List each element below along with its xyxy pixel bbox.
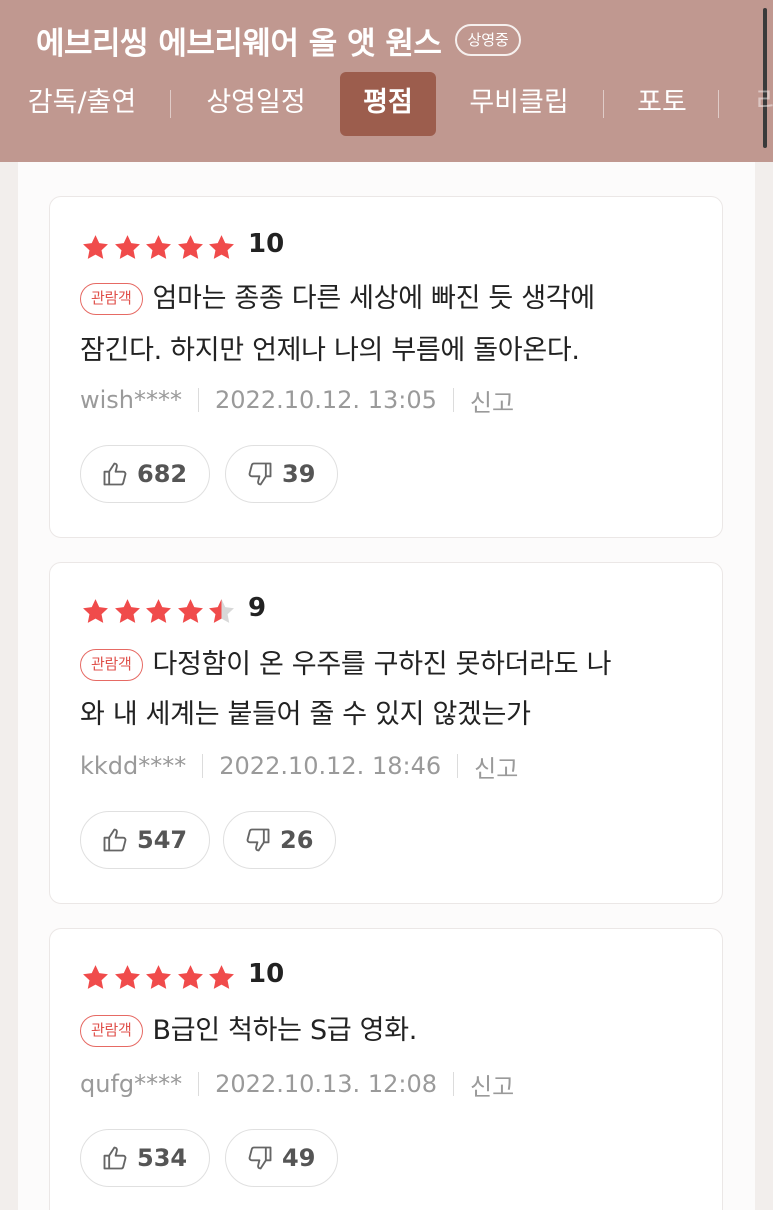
- star-full-icon: [114, 599, 140, 623]
- tab-schedule[interactable]: 상영일정: [198, 72, 314, 136]
- viewer-badge: 관람객: [80, 1015, 143, 1047]
- star-full-icon: [209, 965, 234, 989]
- star-full-icon: [177, 235, 203, 259]
- thumbs-up-icon: [103, 1146, 127, 1170]
- review-text-line: 엄마는 종종 다른 세상에 빠진 듯 생각에: [152, 283, 596, 314]
- tab-divider: [718, 90, 719, 118]
- divider: [202, 754, 204, 778]
- like-count: 682: [137, 460, 188, 488]
- tab-divider: [170, 90, 171, 118]
- viewer-badge: 관람객: [80, 283, 143, 315]
- star-rating: [80, 963, 238, 992]
- star-full-icon: [83, 599, 108, 623]
- tab-bar: 감독/출연 상영일정 평점 무비클립 포토 리: [0, 72, 773, 136]
- author-id: qufg****: [80, 1070, 183, 1098]
- review-datetime: 2022.10.12. 13:05: [215, 386, 437, 414]
- review-score: 10: [248, 229, 285, 259]
- star-full-icon: [209, 235, 234, 259]
- dislike-button[interactable]: 39: [225, 445, 339, 503]
- author-id: wish****: [80, 386, 183, 414]
- thumbs-up-icon: [103, 462, 127, 486]
- star-full-icon: [177, 599, 203, 623]
- divider: [457, 754, 459, 778]
- movie-title[interactable]: 에브리씽 에브리웨어 올 앳 원스: [36, 18, 442, 63]
- thumbs-up-icon: [103, 828, 127, 852]
- tab-photos[interactable]: 포토: [632, 72, 692, 136]
- divider: [452, 1072, 454, 1096]
- dislike-count: 49: [282, 1144, 316, 1172]
- star-full-icon: [114, 235, 140, 259]
- dislike-count: 26: [280, 826, 314, 854]
- star-full-icon: [177, 965, 203, 989]
- star-half-icon: [209, 599, 234, 623]
- like-count: 534: [137, 1144, 188, 1172]
- star-full-icon: [146, 235, 171, 259]
- status-badge: 상영중: [455, 24, 521, 56]
- review-meta: kkdd**** 2022.10.12. 18:46 신고: [80, 749, 518, 783]
- review-text-line: 와 내 세계는 붙들어 줄 수 있지 않겠는가: [80, 699, 531, 730]
- review-text-line: B급인 척하는 S급 영화.: [152, 1015, 418, 1046]
- like-button[interactable]: 534: [80, 1129, 211, 1187]
- thumbs-down-icon: [246, 828, 270, 852]
- review-text-line: 잠긴다. 하지만 언제나 나의 부름에 돌아온다.: [80, 335, 580, 366]
- author-id: kkdd****: [80, 752, 187, 780]
- tab-ratings[interactable]: 평점: [340, 72, 436, 136]
- tab-movie-clips[interactable]: 무비클립: [460, 72, 578, 136]
- report-link[interactable]: 신고: [470, 383, 514, 418]
- star-rating: [80, 233, 238, 262]
- divider: [452, 388, 454, 412]
- review-datetime: 2022.10.13. 12:08: [215, 1070, 437, 1098]
- thumbs-down-icon: [248, 462, 272, 486]
- star-full-icon: [83, 965, 108, 989]
- tab-divider: [603, 90, 604, 118]
- review-text: 관람객 B급인 척하는 S급 영화.: [80, 1005, 700, 1057]
- review-datetime: 2022.10.12. 18:46: [219, 752, 442, 780]
- like-button[interactable]: 547: [80, 811, 211, 869]
- review-score: 10: [248, 959, 285, 989]
- star-full-icon: [83, 235, 108, 259]
- dislike-button[interactable]: 49: [225, 1129, 339, 1187]
- review-card: 10 관람객 엄마는 종종 다른 세상에 빠진 듯 생각에 잠긴다. 하지만 언제…: [49, 196, 723, 538]
- star-full-icon: [146, 599, 171, 623]
- divider: [198, 1072, 200, 1096]
- review-card: 9 관람객 다정함이 온 우주를 구하진 못하더라도 나 와 내 세계는 붙들어 …: [49, 562, 723, 904]
- review-text: 관람객 엄마는 종종 다른 세상에 빠진 듯 생각에: [80, 273, 700, 325]
- viewer-badge: 관람객: [80, 649, 143, 681]
- dislike-button[interactable]: 26: [223, 811, 337, 869]
- like-count: 547: [137, 826, 188, 854]
- movie-header: 에브리씽 에브리웨어 올 앳 원스 상영중 감독/출연 상영일정 평점 무비클립…: [0, 0, 773, 162]
- review-text-line: 다정함이 온 우주를 구하진 못하더라도 나: [152, 649, 612, 680]
- star-full-icon: [146, 965, 171, 989]
- divider: [198, 388, 200, 412]
- report-link[interactable]: 신고: [474, 749, 518, 784]
- dislike-count: 39: [282, 460, 316, 488]
- review-score: 9: [248, 593, 267, 623]
- tab-cast[interactable]: 감독/출연: [20, 72, 144, 136]
- like-button[interactable]: 682: [80, 445, 211, 503]
- title-row: 에브리씽 에브리웨어 올 앳 원스 상영중: [36, 18, 521, 62]
- star-rating: [80, 597, 238, 626]
- review-meta: qufg**** 2022.10.13. 12:08 신고: [80, 1067, 514, 1101]
- review-meta: wish**** 2022.10.12. 13:05 신고: [80, 383, 514, 417]
- review-card: 10 관람객 B급인 척하는 S급 영화. qufg**** 2022.10.13…: [49, 928, 723, 1210]
- star-full-icon: [114, 965, 140, 989]
- review-text: 관람객 다정함이 온 우주를 구하진 못하더라도 나: [80, 639, 700, 691]
- thumbs-down-icon: [248, 1146, 272, 1170]
- tab-reviews-partial[interactable]: 리: [748, 72, 773, 136]
- report-link[interactable]: 신고: [470, 1067, 514, 1102]
